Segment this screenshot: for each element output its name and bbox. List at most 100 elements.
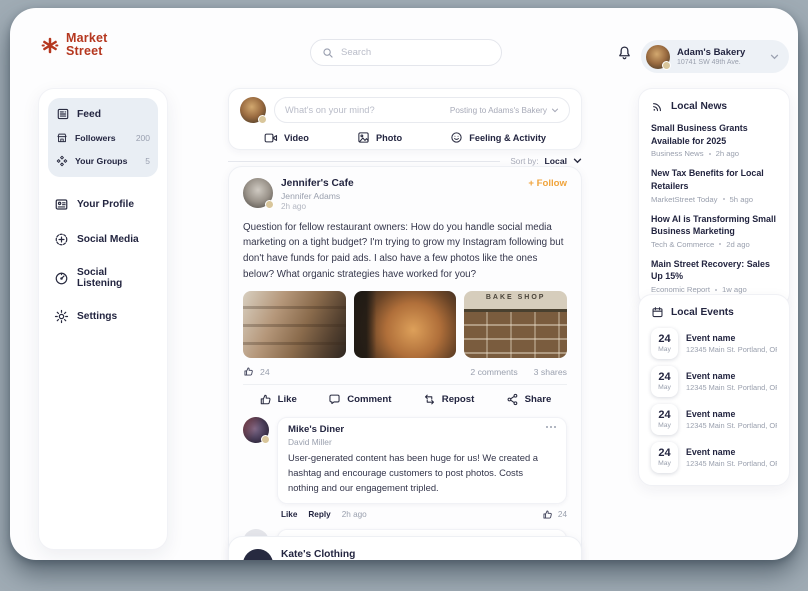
sort-dropdown[interactable]: Local: [545, 156, 567, 166]
event-date-badge: 24 May: [651, 366, 678, 397]
divider: [228, 161, 500, 162]
sidebar-item-feed[interactable]: Feed: [56, 107, 150, 121]
brand-logo[interactable]: MarketStreet: [40, 32, 108, 58]
news-headline: New Tax Benefits for Local Retailers: [651, 167, 777, 192]
video-icon: [264, 132, 278, 144]
local-events-title: Local Events: [671, 307, 734, 318]
avatar-badge: [261, 435, 270, 444]
search-input[interactable]: [341, 47, 490, 58]
thumbs-up-icon: [542, 509, 553, 520]
sidebar-item-social-listening[interactable]: Social Listening: [48, 267, 158, 289]
event-item[interactable]: 24 May Event name 12345 Main St. Portlan…: [651, 328, 777, 359]
event-item[interactable]: 24 May Event name 12345 Main St. Portlan…: [651, 442, 777, 473]
sidebar-item-label: Your Profile: [77, 199, 134, 210]
like-count: 24: [260, 367, 270, 377]
shares-count: 3 shares: [534, 367, 567, 377]
comment-reply-button[interactable]: Reply: [308, 510, 330, 519]
posting-to-dropdown[interactable]: Posting to Adams's Bakery: [450, 106, 559, 115]
share-icon: [506, 393, 519, 406]
sidebar-item-settings[interactable]: Settings: [48, 309, 158, 324]
avatar-initials: KC: [252, 559, 264, 560]
repost-label: Repost: [442, 394, 475, 405]
sidebar-item-your-profile[interactable]: Your Profile: [48, 197, 158, 212]
event-month: May: [658, 384, 671, 391]
news-headline: How AI is Transforming Small Business Ma…: [651, 213, 777, 238]
avatar-badge: [265, 200, 274, 209]
calendar-icon: [651, 306, 664, 319]
meta-separator: [723, 198, 725, 200]
left-sidebar: Feed Followers 200 Your Groups: [38, 88, 168, 550]
event-item[interactable]: 24 May Event name 12345 Main St. Portlan…: [651, 404, 777, 435]
avatar: [240, 97, 266, 123]
account-switcher[interactable]: Adam's Bakery 10741 SW 49th Ave.: [641, 40, 789, 73]
event-day: 24: [658, 334, 670, 346]
bake-shop-sign: BAKE SHOP: [464, 294, 567, 301]
chevron-down-icon[interactable]: [573, 158, 582, 164]
comment-button[interactable]: Comment: [328, 393, 391, 406]
post-photo[interactable]: BAKE SHOP: [464, 291, 567, 358]
post-business-name[interactable]: Kate's Clothing: [281, 549, 355, 560]
news-item[interactable]: How AI is Transforming Small Business Ma…: [651, 213, 777, 249]
comment-bubble: Mike's Diner David Miller User-generated…: [277, 417, 567, 504]
news-time: 2h ago: [716, 149, 740, 158]
post-action-bar: Like Comment Repost: [243, 392, 567, 408]
event-day: 24: [658, 372, 670, 384]
video-button[interactable]: Video: [264, 131, 309, 144]
sidebar-item-label: Social Media: [77, 234, 139, 245]
comments-count[interactable]: 2 comments: [470, 367, 517, 377]
post-photo-grid: BAKE SHOP: [243, 291, 567, 358]
starburst-icon: [40, 36, 60, 55]
comment-like-button[interactable]: Like: [281, 510, 297, 519]
sidebar-item-social-media[interactable]: Social Media: [48, 232, 158, 247]
composer-input[interactable]: [285, 105, 444, 115]
comment-icon: [328, 393, 341, 406]
news-source: Economic Report: [651, 285, 710, 294]
post-photo[interactable]: [243, 291, 346, 358]
thumbs-up-icon: [259, 393, 272, 406]
smiley-icon: [450, 131, 463, 144]
news-item[interactable]: Main Street Recovery: Sales Up 15% Econo…: [651, 258, 777, 294]
divider: [243, 384, 567, 385]
bell-icon[interactable]: [617, 45, 632, 61]
meta-separator: [709, 153, 711, 155]
local-news-panel: Local News Small Business Grants Availab…: [638, 88, 790, 307]
news-item[interactable]: New Tax Benefits for Local Retailers Mar…: [651, 167, 777, 203]
avatar-badge: [662, 61, 671, 70]
post-photo[interactable]: [354, 291, 457, 358]
sidebar-item-label: Your Groups: [75, 156, 127, 166]
event-address: 12345 Main St. Portland, OR...: [686, 459, 777, 468]
comment-like-count: 24: [558, 510, 567, 519]
avatar[interactable]: [243, 178, 273, 208]
comment-business-name[interactable]: Mike's Diner: [288, 424, 556, 437]
avatar[interactable]: [243, 417, 269, 443]
share-button[interactable]: Share: [506, 393, 552, 406]
post-body-text: Question for fellow restaurant owners: H…: [243, 220, 567, 283]
repost-button[interactable]: Repost: [423, 393, 475, 406]
sidebar-item-your-groups[interactable]: Your Groups 5: [56, 155, 150, 167]
post-stats-row: 24 2 comments 3 shares: [243, 366, 567, 377]
post-business-name[interactable]: Jennifer's Cafe: [281, 178, 354, 191]
news-item[interactable]: Small Business Grants Available for 2025…: [651, 122, 777, 158]
event-month: May: [658, 346, 671, 353]
avatar: [646, 45, 670, 69]
photo-button[interactable]: Photo: [357, 131, 402, 144]
follow-button[interactable]: + Follow: [528, 178, 567, 213]
post-timestamp: 2h ago: [281, 202, 354, 213]
like-button[interactable]: Like: [259, 393, 297, 406]
avatar[interactable]: KC: [243, 549, 273, 560]
feeling-activity-button[interactable]: Feeling & Activity: [450, 131, 546, 144]
more-options-icon[interactable]: [546, 426, 556, 428]
sidebar-item-label: Settings: [77, 311, 117, 322]
event-item[interactable]: 24 May Event name 12345 Main St. Portlan…: [651, 366, 777, 397]
sidebar-item-followers[interactable]: Followers 200: [56, 132, 150, 144]
gear-icon: [54, 309, 69, 324]
thumbs-up-icon: [243, 366, 254, 377]
news-headline: Main Street Recovery: Sales Up 15%: [651, 258, 777, 283]
composer-input-wrap: Posting to Adams's Bakery: [274, 97, 570, 123]
comment-label: Comment: [347, 394, 391, 405]
search-bar[interactable]: [310, 39, 502, 66]
event-date-badge: 24 May: [651, 442, 678, 473]
video-label: Video: [284, 133, 309, 143]
repost-icon: [423, 393, 436, 406]
news-time: 1w ago: [722, 285, 747, 294]
